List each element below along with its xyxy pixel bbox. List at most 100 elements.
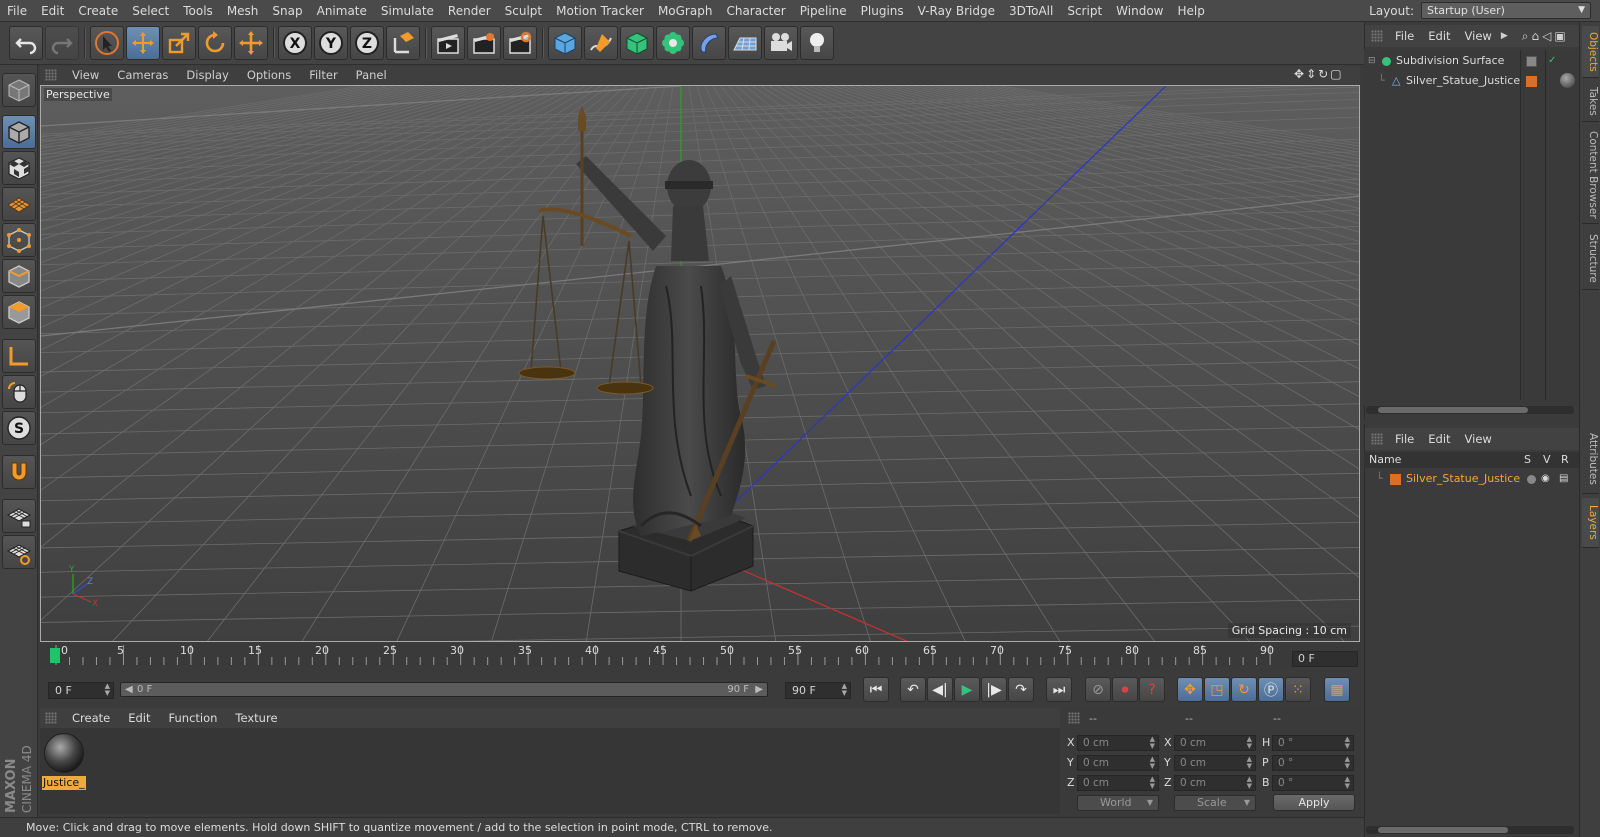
pos-z-field[interactable]: 0 cm ▲ ▼: [1077, 775, 1159, 791]
rot-h-field[interactable]: 0 ° ▲ ▼: [1272, 735, 1354, 751]
end-frame-field[interactable]: 90 F ▲ ▼: [785, 682, 851, 699]
layer-swatch[interactable]: [1526, 56, 1537, 67]
tweak-mode-button[interactable]: [2, 375, 36, 409]
om-menu-view[interactable]: View: [1458, 29, 1499, 43]
dolly-icon[interactable]: ⇕: [1306, 67, 1318, 81]
edges-mode-button[interactable]: [2, 259, 36, 293]
render-view-button[interactable]: [431, 26, 465, 60]
range-right-arrow[interactable]: ▶: [755, 683, 763, 696]
deformer-button[interactable]: [692, 26, 726, 60]
floor-button[interactable]: [728, 26, 762, 60]
x-axis-lock-button[interactable]: X: [278, 26, 312, 60]
viewport-navigation-icons[interactable]: ✥⇕↻▢: [1294, 67, 1344, 81]
tab-content-browser[interactable]: Content Browser: [1582, 126, 1599, 224]
key-rotation-button[interactable]: ↻: [1231, 677, 1257, 702]
z-axis-lock-button[interactable]: Z: [350, 26, 384, 60]
texture-mode-button[interactable]: [2, 151, 36, 185]
panel-grip[interactable]: [45, 69, 57, 81]
enabled-check-icon[interactable]: ✓: [1548, 52, 1556, 70]
next-key-button[interactable]: ↷: [1008, 677, 1034, 702]
tab-attributes[interactable]: Attributes: [1582, 424, 1599, 494]
light-button[interactable]: [800, 26, 834, 60]
tab-objects[interactable]: Objects: [1582, 26, 1599, 78]
autokey-button[interactable]: ?: [1139, 677, 1165, 702]
undo-button[interactable]: [9, 26, 43, 60]
menu-select[interactable]: Select: [125, 4, 176, 18]
menu-tools[interactable]: Tools: [176, 4, 220, 18]
material-name-label[interactable]: Justice_: [42, 776, 86, 790]
live-selection-button[interactable]: [90, 26, 124, 60]
viewport-menu-view[interactable]: View: [63, 68, 108, 82]
layer-manager-scrollbar[interactable]: [1366, 826, 1574, 834]
previous-frame-button[interactable]: ◀|: [927, 677, 953, 702]
column-render[interactable]: R: [1561, 452, 1569, 468]
pos-x-field[interactable]: 0 cm ▲ ▼: [1077, 735, 1159, 751]
size-mode-dropdown[interactable]: Scale ▼: [1174, 795, 1256, 811]
model-mode-button[interactable]: [2, 115, 36, 149]
material-tag-icon[interactable]: [1560, 73, 1575, 88]
workplane-lock-button[interactable]: [2, 499, 36, 533]
object-manager-scrollbar[interactable]: [1366, 406, 1574, 414]
rotate-tool-button[interactable]: [198, 26, 232, 60]
viewport-menu-cameras[interactable]: Cameras: [108, 68, 177, 82]
panel-grip[interactable]: [1068, 712, 1080, 724]
points-mode-button[interactable]: [2, 223, 36, 257]
menu-3dtoall[interactable]: 3DToAll: [1002, 4, 1060, 18]
coordinate-mode-dropdown[interactable]: World ▼: [1077, 795, 1159, 811]
render-settings-button[interactable]: [503, 26, 537, 60]
pan-icon[interactable]: ✥: [1294, 67, 1306, 81]
maximize-icon[interactable]: ▢: [1330, 67, 1343, 81]
menu-snap[interactable]: Snap: [265, 4, 309, 18]
orbit-icon[interactable]: ↻: [1318, 67, 1330, 81]
record-keys-button[interactable]: ⏺: [1112, 677, 1138, 702]
move-tool-button[interactable]: [126, 26, 160, 60]
collapse-icon[interactable]: ⊟: [1368, 52, 1376, 70]
tab-takes[interactable]: Takes: [1582, 82, 1599, 122]
viewport-menu-display[interactable]: Display: [177, 68, 237, 82]
layout-dropdown[interactable]: Startup (User) ▼: [1421, 2, 1591, 19]
column-name[interactable]: Name: [1369, 452, 1401, 468]
workplane-align-button[interactable]: [2, 535, 36, 569]
layer-color-swatch[interactable]: [1390, 474, 1401, 485]
menu-edit[interactable]: Edit: [34, 4, 71, 18]
viewport-camera-label[interactable]: Perspective: [44, 88, 112, 101]
polygons-mode-button[interactable]: [2, 295, 36, 329]
panel-grip[interactable]: [1371, 30, 1383, 42]
menu-vray-bridge[interactable]: V-Ray Bridge: [911, 4, 1002, 18]
play-button[interactable]: ▶: [954, 677, 980, 702]
material-menu-create[interactable]: Create: [63, 711, 119, 725]
object-row-subdivision-surface[interactable]: ⊟ Subdivision Surface ✓: [1364, 52, 1579, 70]
key-scale-button[interactable]: ◳: [1204, 677, 1230, 702]
key-position-button[interactable]: ✥: [1177, 677, 1203, 702]
apply-button[interactable]: Apply: [1273, 794, 1355, 811]
material-preview-sphere[interactable]: [44, 733, 84, 773]
menu-mesh[interactable]: Mesh: [220, 4, 266, 18]
menu-window[interactable]: Window: [1109, 4, 1170, 18]
material-menu-texture[interactable]: Texture: [226, 711, 286, 725]
column-solo[interactable]: S: [1524, 452, 1531, 468]
layer-row[interactable]: └ Silver_Statue_Justice ◉ ▤: [1364, 470, 1579, 488]
snap-button[interactable]: S: [2, 411, 36, 445]
lm-menu-edit[interactable]: Edit: [1421, 432, 1457, 446]
lm-menu-view[interactable]: View: [1458, 432, 1499, 446]
om-menu-file[interactable]: File: [1388, 29, 1421, 43]
preview-range-slider[interactable]: ◀ 0 F 90 F ▶: [120, 682, 768, 697]
make-editable-button[interactable]: [2, 73, 36, 107]
object-name[interactable]: Subdivision Surface: [1396, 52, 1504, 70]
menu-pipeline[interactable]: Pipeline: [793, 4, 854, 18]
menu-help[interactable]: Help: [1170, 4, 1211, 18]
tab-structure[interactable]: Structure: [1582, 228, 1599, 290]
size-z-field[interactable]: 0 cm ▲ ▼: [1174, 775, 1256, 791]
menu-file[interactable]: File: [0, 4, 34, 18]
pos-y-field[interactable]: 0 cm ▲ ▼: [1077, 755, 1159, 771]
om-menu-edit[interactable]: Edit: [1421, 29, 1457, 43]
key-parameter-button[interactable]: Ⓟ: [1258, 677, 1284, 702]
film-icon[interactable]: ▤: [1559, 470, 1568, 488]
go-to-start-button[interactable]: ⏮: [863, 677, 889, 702]
viewport-menu-options[interactable]: Options: [238, 68, 300, 82]
menu-script[interactable]: Script: [1060, 4, 1109, 18]
menu-motion-tracker[interactable]: Motion Tracker: [549, 4, 651, 18]
subdivision-surface-button[interactable]: [620, 26, 654, 60]
range-left-arrow[interactable]: ◀: [125, 683, 133, 696]
go-to-end-button[interactable]: ⏭: [1046, 677, 1072, 702]
